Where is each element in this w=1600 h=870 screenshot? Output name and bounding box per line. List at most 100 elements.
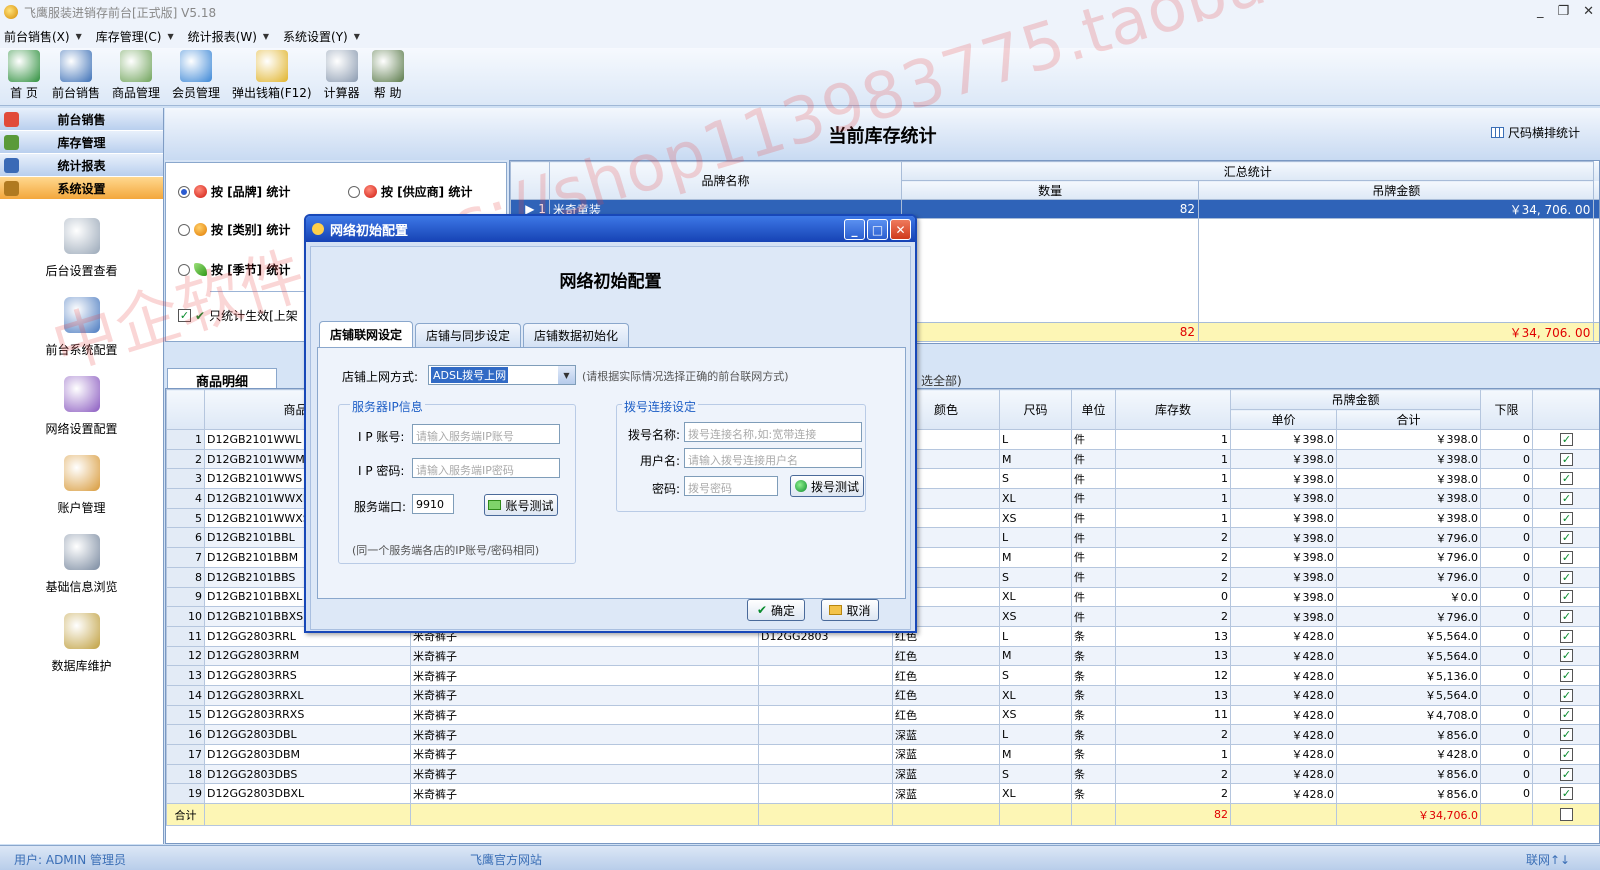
ok-button[interactable]: ✔ 确定 xyxy=(747,599,805,621)
port-label: 服务端口: xyxy=(354,500,407,514)
row-checkbox[interactable]: ✓ xyxy=(1560,610,1573,624)
row-checkbox[interactable]: ✓ xyxy=(1560,767,1573,781)
name-cell: 米奇裤子 xyxy=(410,724,759,745)
ip-password-input[interactable]: 请输入服务端IP密码 xyxy=(412,458,560,478)
row-checkbox[interactable]: ✓ xyxy=(1560,747,1573,761)
row-checkbox-cell[interactable]: ✓ xyxy=(1532,468,1599,490)
dialog-maximize-button[interactable]: □ xyxy=(867,219,888,240)
row-checkbox-cell[interactable]: ✓ xyxy=(1532,606,1599,627)
row-checkbox-cell[interactable]: ✓ xyxy=(1532,724,1599,745)
sidebar-item-2[interactable]: 网络设置配置 xyxy=(0,376,163,437)
sidebar-item-0[interactable]: 后台设置查看 xyxy=(0,218,163,279)
row-checkbox-cell[interactable]: ✓ xyxy=(1532,448,1599,470)
sidebar-item-3[interactable]: 账户管理 xyxy=(0,455,163,516)
price-cell: ￥428.0 xyxy=(1230,645,1337,667)
toolbar-button-2[interactable]: 商品管理 xyxy=(106,48,166,105)
connect-mode-select[interactable]: ADSL拨号上网 ▼ xyxy=(428,365,576,385)
tab-store-network[interactable]: 店铺联网设定 xyxy=(319,321,414,347)
toolbar-button-1[interactable]: 前台销售 xyxy=(46,48,106,105)
radio-by-supplier[interactable]: 按 [供应商] 统计 xyxy=(348,183,472,200)
row-checkbox-cell[interactable]: ✓ xyxy=(1532,586,1599,608)
row-checkbox-cell[interactable]: ✓ xyxy=(1532,566,1599,588)
total-checkbox-cell[interactable] xyxy=(1532,803,1599,827)
row-checkbox-cell[interactable]: ✓ xyxy=(1532,783,1599,805)
row-checkbox[interactable]: ✓ xyxy=(1560,491,1573,505)
dial-name-input[interactable]: 拨号连接名称,如:宽带连接 xyxy=(684,422,862,442)
table-row[interactable]: 12 D12GG2803RRM 米奇裤子 红色 M 条 13 ￥428.0 ￥5,564.0 0 ✓ xyxy=(166,645,1599,667)
row-checkbox-cell[interactable]: ✓ xyxy=(1532,704,1599,726)
radio-by-brand[interactable]: 按 [品牌] 统计 xyxy=(178,183,290,200)
ip-account-input[interactable]: 请输入服务端IP账号 xyxy=(412,424,560,444)
toolbar-button-6[interactable]: 帮 助 xyxy=(366,48,410,105)
table-row[interactable]: 15 D12GG2803RRXS 米奇裤子 红色 XS 条 11 ￥428.0 ￥4,708.0… xyxy=(166,704,1599,726)
row-checkbox-cell[interactable]: ✓ xyxy=(1532,507,1599,529)
dial-user-input[interactable]: 请输入拨号连接用户名 xyxy=(684,448,862,468)
row-checkbox[interactable]: ✓ xyxy=(1560,472,1573,486)
row-checkbox[interactable]: ✓ xyxy=(1560,708,1573,722)
sidebar-item-1[interactable]: 前台系统配置 xyxy=(0,297,163,358)
row-checkbox[interactable]: ✓ xyxy=(1560,432,1573,446)
maximize-button[interactable]: ❐ xyxy=(1557,4,1569,19)
row-checkbox[interactable]: ✓ xyxy=(1560,570,1573,584)
row-checkbox[interactable]: ✓ xyxy=(1560,728,1573,742)
toolbar-button-4[interactable]: 弹出钱箱(F12) xyxy=(226,48,318,105)
dial-test-button[interactable]: 拨号测试 xyxy=(790,475,864,497)
total-checkbox[interactable] xyxy=(1560,808,1573,822)
toolbar-button-5[interactable]: 计算器 xyxy=(318,48,366,105)
row-checkbox[interactable]: ✓ xyxy=(1560,531,1573,545)
table-row[interactable]: 19 D12GG2803DBXL 米奇裤子 深蓝 XL 条 2 ￥428.0 ￥856.0 0 ✓ xyxy=(166,783,1599,805)
official-site-link[interactable]: 飞鹰官方网站 xyxy=(470,851,542,868)
row-checkbox[interactable]: ✓ xyxy=(1560,590,1573,604)
table-row[interactable]: 16 D12GG2803DBL 米奇裤子 深蓝 L 条 2 ￥428.0 ￥856.0 0 ✓ xyxy=(166,724,1599,745)
row-checkbox[interactable]: ✓ xyxy=(1560,669,1573,683)
table-row[interactable]: 17 D12GG2803DBM 米奇裤子 深蓝 M 条 1 ￥428.0 ￥428.0 0 ✓ xyxy=(166,744,1599,765)
row-checkbox[interactable]: ✓ xyxy=(1560,550,1573,564)
row-checkbox[interactable]: ✓ xyxy=(1560,452,1573,466)
row-checkbox-cell[interactable]: ✓ xyxy=(1532,429,1599,450)
menu-sales[interactable]: 前台销售(X) ▼ xyxy=(4,28,82,45)
tab-store-sync[interactable]: 店铺与同步设定 xyxy=(415,323,522,347)
toolbar-button-3[interactable]: 会员管理 xyxy=(166,48,226,105)
effective-only-checkbox[interactable]: ✓ ✔ 只统计生效[上架 xyxy=(178,307,298,324)
menu-settings[interactable]: 系统设置(Y) ▼ xyxy=(283,28,360,45)
menu-inventory[interactable]: 库存管理(C) ▼ xyxy=(96,28,174,45)
table-row[interactable]: 18 D12GG2803DBS 米奇裤子 深蓝 S 条 2 ￥428.0 ￥856.0 0 ✓ xyxy=(166,763,1599,785)
row-checkbox[interactable]: ✓ xyxy=(1560,629,1573,643)
menu-reports[interactable]: 统计报表(W) ▼ xyxy=(188,28,269,45)
row-checkbox-cell[interactable]: ✓ xyxy=(1532,684,1599,706)
row-checkbox-cell[interactable]: ✓ xyxy=(1532,625,1599,647)
dialog-close-button[interactable]: ✕ xyxy=(890,219,911,240)
row-checkbox[interactable]: ✓ xyxy=(1560,511,1573,525)
row-checkbox-cell[interactable]: ✓ xyxy=(1532,744,1599,765)
row-checkbox[interactable]: ✓ xyxy=(1560,688,1573,702)
dial-pass-input[interactable]: 拨号密码 xyxy=(684,476,778,496)
row-checkbox-cell[interactable]: ✓ xyxy=(1532,763,1599,785)
sidebar-item-5[interactable]: 数据库维护 xyxy=(0,613,163,674)
minimize-button[interactable]: _ xyxy=(1537,4,1544,19)
radio-by-season[interactable]: 按 [季节] 统计 xyxy=(178,261,290,278)
sidebar-item-4[interactable]: 基础信息浏览 xyxy=(0,534,163,595)
row-checkbox-cell[interactable]: ✓ xyxy=(1532,547,1599,568)
radio-by-category[interactable]: 按 [类别] 统计 xyxy=(178,221,290,238)
port-input[interactable]: 9910 xyxy=(412,494,454,514)
sidebar-section-3[interactable]: 系统设置 xyxy=(0,177,163,200)
sidebar-section-2[interactable]: 统计报表 xyxy=(0,154,163,177)
size-cell: XL xyxy=(999,488,1072,509)
row-checkbox-cell[interactable]: ✓ xyxy=(1532,645,1599,667)
row-checkbox-cell[interactable]: ✓ xyxy=(1532,488,1599,509)
sidebar-section-0[interactable]: 前台销售 xyxy=(0,108,163,131)
size-matrix-link[interactable]: 尺码横排统计 xyxy=(1490,124,1580,141)
table-row[interactable]: 13 D12GG2803RRS 米奇裤子 红色 S 条 12 ￥428.0 ￥5,136.0 0 ✓ xyxy=(166,665,1599,686)
account-test-button[interactable]: 账号测试 xyxy=(484,494,558,516)
row-checkbox-cell[interactable]: ✓ xyxy=(1532,665,1599,686)
row-checkbox-cell[interactable]: ✓ xyxy=(1532,527,1599,549)
toolbar-button-0[interactable]: 首 页 xyxy=(2,48,46,105)
cancel-button[interactable]: 取消 xyxy=(821,599,879,621)
table-row[interactable]: 14 D12GG2803RRXL 米奇裤子 红色 XL 条 13 ￥428.0 ￥5,564.0… xyxy=(166,684,1599,706)
sidebar-section-1[interactable]: 库存管理 xyxy=(0,131,163,154)
row-checkbox[interactable]: ✓ xyxy=(1560,649,1573,663)
row-checkbox[interactable]: ✓ xyxy=(1560,787,1573,801)
dialog-minimize-button[interactable]: _ xyxy=(844,219,865,240)
close-button[interactable]: ✕ xyxy=(1583,4,1594,19)
tab-store-data-init[interactable]: 店铺数据初始化 xyxy=(523,323,630,347)
